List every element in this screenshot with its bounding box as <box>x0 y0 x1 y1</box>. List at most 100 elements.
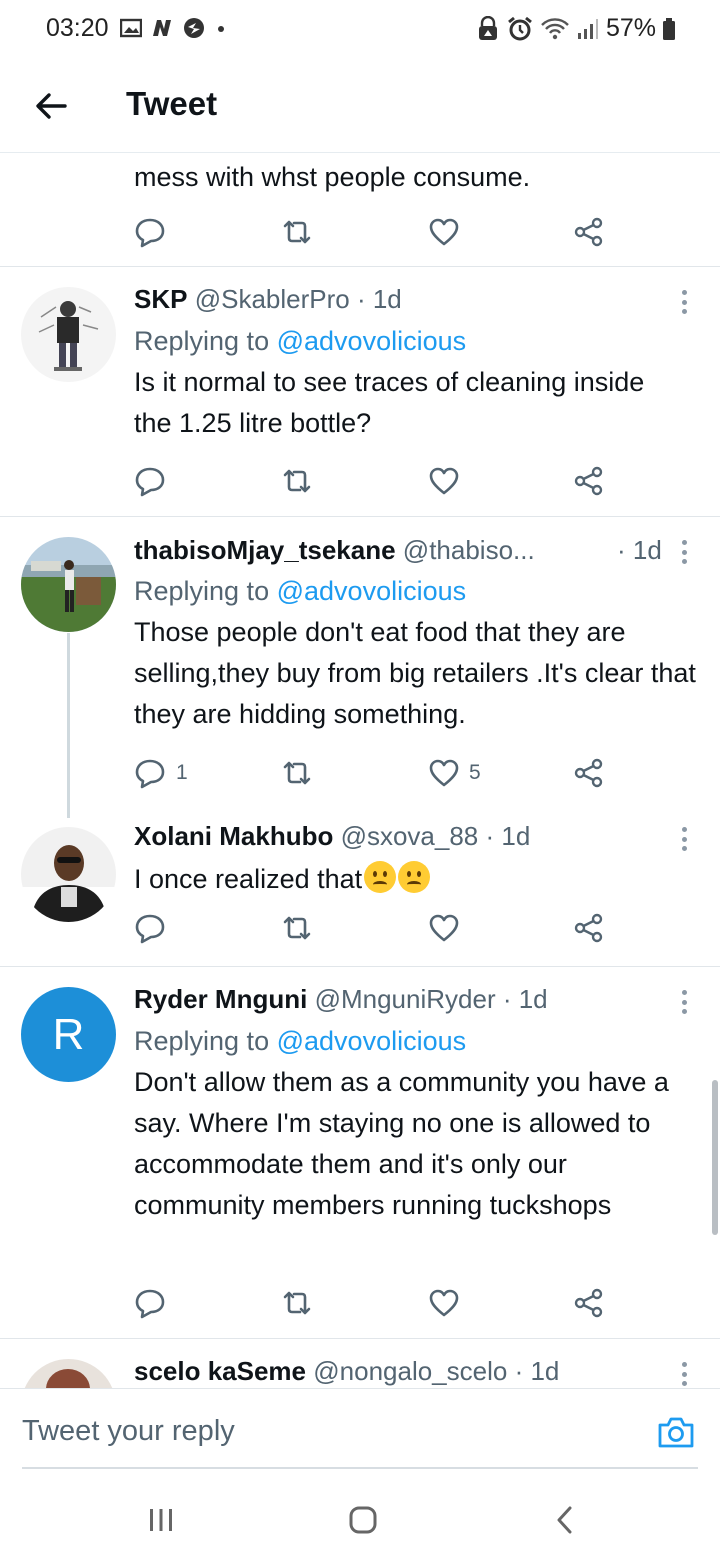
tweet-time: · 1d <box>514 1356 560 1386</box>
replying-to-link[interactable]: @advovolicious <box>277 1026 467 1056</box>
frowning-face-icon <box>364 861 397 893</box>
tweet-time: · 1d <box>617 535 662 565</box>
share-action[interactable] <box>574 212 604 252</box>
like-action[interactable] <box>429 461 459 501</box>
replying-to-link[interactable]: @advovolicious <box>277 576 467 606</box>
author-handle[interactable]: @MnguniRyder <box>315 984 496 1014</box>
home-button[interactable] <box>333 1500 393 1540</box>
share-icon <box>574 913 603 943</box>
author-name[interactable]: thabisoMjay_tsekane <box>134 535 396 565</box>
reply-action[interactable] <box>134 212 166 252</box>
retweet-icon <box>283 469 311 493</box>
tweet-time: · 1d <box>502 984 548 1014</box>
retweet-action[interactable] <box>281 753 313 793</box>
author-name[interactable]: SKP <box>134 284 187 314</box>
retweet-action[interactable] <box>281 908 313 948</box>
alarm-clock-icon <box>508 16 532 40</box>
news-n-icon <box>153 20 171 36</box>
reply-tweet[interactable]: SKP @SkablerPro · 1d Replying to @advovo… <box>0 267 720 516</box>
tweet-author-line: Ryder Mnguni @MnguniRyder · 1d <box>134 984 548 1015</box>
tweet-actions: 1 5 <box>134 753 614 793</box>
retweet-action[interactable] <box>281 1283 313 1323</box>
retweet-action[interactable] <box>281 212 313 252</box>
replying-to-line: Replying to @advovolicious <box>134 326 467 356</box>
share-action[interactable] <box>574 1283 604 1323</box>
reply-input[interactable] <box>22 1411 622 1451</box>
camera-icon <box>658 1417 694 1448</box>
more-options-button[interactable] <box>672 537 696 567</box>
replies-feed[interactable]: mess with whst people consume. SKP @Skab… <box>0 153 720 1388</box>
reply-icon <box>135 759 165 789</box>
reply-underline <box>22 1467 698 1469</box>
share-action[interactable] <box>574 908 604 948</box>
more-options-button[interactable] <box>672 987 696 1017</box>
tweet-text: Is it normal to see traces of cleaning i… <box>134 367 645 438</box>
camera-button[interactable] <box>657 1415 695 1454</box>
retweet-action[interactable] <box>281 461 313 501</box>
heart-icon <box>429 467 459 495</box>
system-back-button[interactable] <box>534 1500 594 1540</box>
avatar[interactable] <box>21 827 116 922</box>
alarm-lock-icon <box>478 15 497 40</box>
avatar[interactable] <box>21 287 116 382</box>
reply-icon <box>135 218 165 248</box>
avatar-image <box>21 537 116 632</box>
chevron-left-icon <box>557 1506 572 1534</box>
more-options-button[interactable] <box>672 824 696 854</box>
reply-action[interactable]: 1 <box>134 753 188 793</box>
like-action[interactable] <box>429 212 459 252</box>
wifi-icon <box>541 17 569 39</box>
like-action[interactable] <box>429 1283 459 1323</box>
more-options-button[interactable] <box>672 1359 696 1388</box>
reply-action[interactable] <box>134 461 166 501</box>
tweet-text: Don't allow them as a community you have… <box>134 1067 669 1220</box>
tweet-actions <box>134 908 614 948</box>
author-handle[interactable]: @SkablerPro <box>195 284 350 314</box>
tweet-author-line: Xolani Makhubo @sxova_88 · 1d <box>134 821 530 852</box>
replying-to-link[interactable]: @advovolicious <box>277 326 467 356</box>
tweet-actions <box>134 1283 614 1323</box>
scrollbar[interactable] <box>712 1080 718 1235</box>
recent-apps-button[interactable] <box>131 1500 191 1540</box>
like-action[interactable] <box>429 908 459 948</box>
back-arrow-icon <box>36 93 67 119</box>
replying-to-line: Replying to @advovolicious <box>134 1026 467 1056</box>
avatar[interactable] <box>21 537 116 632</box>
like-action[interactable]: 5 <box>429 753 481 793</box>
notification-icons <box>120 16 228 40</box>
reply-tweet[interactable]: R Ryder Mnguni @MnguniRyder · 1d Replyin… <box>0 967 720 1338</box>
author-handle[interactable]: @sxova_88 <box>341 821 479 851</box>
reply-action[interactable] <box>134 1283 166 1323</box>
gallery-icon <box>120 18 142 38</box>
page-title: Tweet <box>126 85 218 122</box>
share-icon <box>574 1288 603 1318</box>
reply-tweet[interactable]: Xolani Makhubo @sxova_88 · 1d I once rea… <box>0 809 720 966</box>
author-handle[interactable]: @thabiso... <box>403 535 535 565</box>
tweet-thread-screen: 03:20 57% Tweet mess with whst people co… <box>0 0 720 1560</box>
more-options-button[interactable] <box>672 287 696 317</box>
system-icons: 57% <box>476 14 676 43</box>
reply-tweet[interactable]: thabisoMjay_tsekane @thabiso... · 1d Rep… <box>0 517 720 807</box>
avatar-image <box>21 827 116 922</box>
reply-action[interactable] <box>134 908 166 948</box>
reply-tweet[interactable]: scelo kaSeme @nongalo_scelo · 1d <box>0 1339 720 1388</box>
author-handle[interactable]: @nongalo_scelo <box>313 1356 507 1386</box>
share-action[interactable] <box>574 461 604 501</box>
author-name[interactable]: Xolani Makhubo <box>134 821 333 851</box>
tweet-actions <box>134 461 614 501</box>
reply-count: 1 <box>176 761 188 784</box>
share-action[interactable] <box>574 753 604 793</box>
author-name[interactable]: scelo kaSeme <box>134 1356 306 1386</box>
like-count: 5 <box>469 761 481 784</box>
frowning-face-icon <box>398 861 431 893</box>
tweet-time: · 1d <box>356 284 402 314</box>
share-icon <box>574 217 603 247</box>
author-name[interactable]: Ryder Mnguni <box>134 984 307 1014</box>
back-button[interactable] <box>30 85 72 127</box>
share-icon <box>574 466 603 496</box>
replying-to-line: Replying to @advovolicious <box>134 576 467 606</box>
avatar[interactable]: R <box>21 987 116 1082</box>
tweet-text-line: I once realized that <box>134 859 431 900</box>
avatar[interactable] <box>21 1359 116 1388</box>
tweet-author-line: scelo kaSeme @nongalo_scelo · 1d <box>134 1356 559 1387</box>
